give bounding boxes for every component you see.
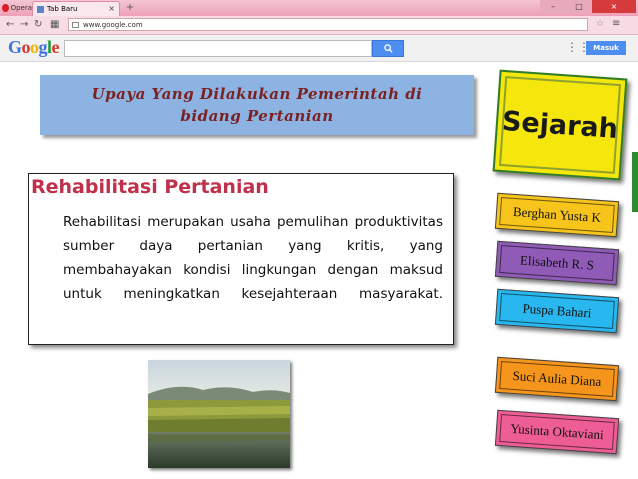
speed-dial-icon[interactable]: ▦ [50, 19, 59, 31]
tab-active[interactable]: Tab Baru × [32, 1, 120, 16]
slide-title-box: Upaya Yang Dilakukan Pemerintah di bidan… [40, 75, 474, 135]
member-button-5[interactable]: Yusinta Oktaviani [494, 409, 620, 455]
tab-title: Tab Baru [47, 5, 78, 13]
tab-favicon-icon [37, 5, 44, 13]
member-button-1[interactable]: Berghan Yusta K [494, 192, 620, 238]
content-body: Rehabilitasi merupakan usaha pemulihan p… [63, 214, 443, 302]
member-button-4[interactable]: Suci Aulia Diana [494, 356, 620, 402]
new-tab-button[interactable]: + [124, 2, 136, 13]
slide-title: Upaya Yang Dilakukan Pemerintah di bidan… [91, 85, 423, 125]
maximize-button[interactable]: □ [566, 0, 592, 13]
sejarah-label: Sejarah [501, 105, 619, 145]
slide-canvas: Upaya Yang Dilakukan Pemerintah di bidan… [0, 62, 638, 479]
google-search-input[interactable] [64, 40, 372, 57]
url-input[interactable]: www.google.com [68, 18, 588, 31]
url-text: www.google.com [83, 21, 143, 29]
address-bar-row: ← → ↻ ▦ www.google.com ☆ ≡ [0, 16, 638, 35]
tab-close-icon[interactable]: × [108, 4, 115, 13]
reload-icon[interactable]: ↻ [34, 19, 42, 31]
landscape-image [148, 360, 290, 468]
edge-decoration [632, 152, 638, 212]
opera-menu-button[interactable]: Opera [2, 1, 32, 14]
bookmark-star-icon[interactable]: ☆ [596, 19, 604, 29]
menu-icon[interactable]: ≡ [612, 18, 620, 29]
sign-in-button[interactable]: Masuk [586, 41, 626, 55]
member-button-2[interactable]: Elisabeth R. S [494, 240, 620, 286]
minimize-button[interactable]: – [540, 0, 566, 13]
back-icon[interactable]: ← [6, 19, 14, 31]
google-search-button[interactable] [372, 40, 404, 57]
sejarah-frame: Sejarah [499, 76, 621, 174]
member-button-3[interactable]: Puspa Bahari [494, 288, 620, 334]
tab-bar: Opera Tab Baru × + – □ × [0, 0, 638, 16]
opera-label: Opera [10, 3, 32, 12]
google-header: Google ⋮⋮⋮ Masuk [0, 35, 638, 62]
page-icon [72, 22, 79, 28]
forward-icon[interactable]: → [20, 19, 28, 31]
search-icon [383, 44, 393, 53]
google-logo[interactable]: Google [8, 37, 60, 58]
content-heading: Rehabilitasi Pertanian [31, 176, 269, 198]
sejarah-menu-button[interactable]: Sejarah [492, 69, 628, 181]
content-box: Rehabilitasi Pertanian Rehabilitasi meru… [28, 173, 454, 345]
opera-logo-icon [2, 3, 9, 12]
close-window-button[interactable]: × [592, 0, 636, 13]
rice-field-photo [148, 360, 290, 468]
